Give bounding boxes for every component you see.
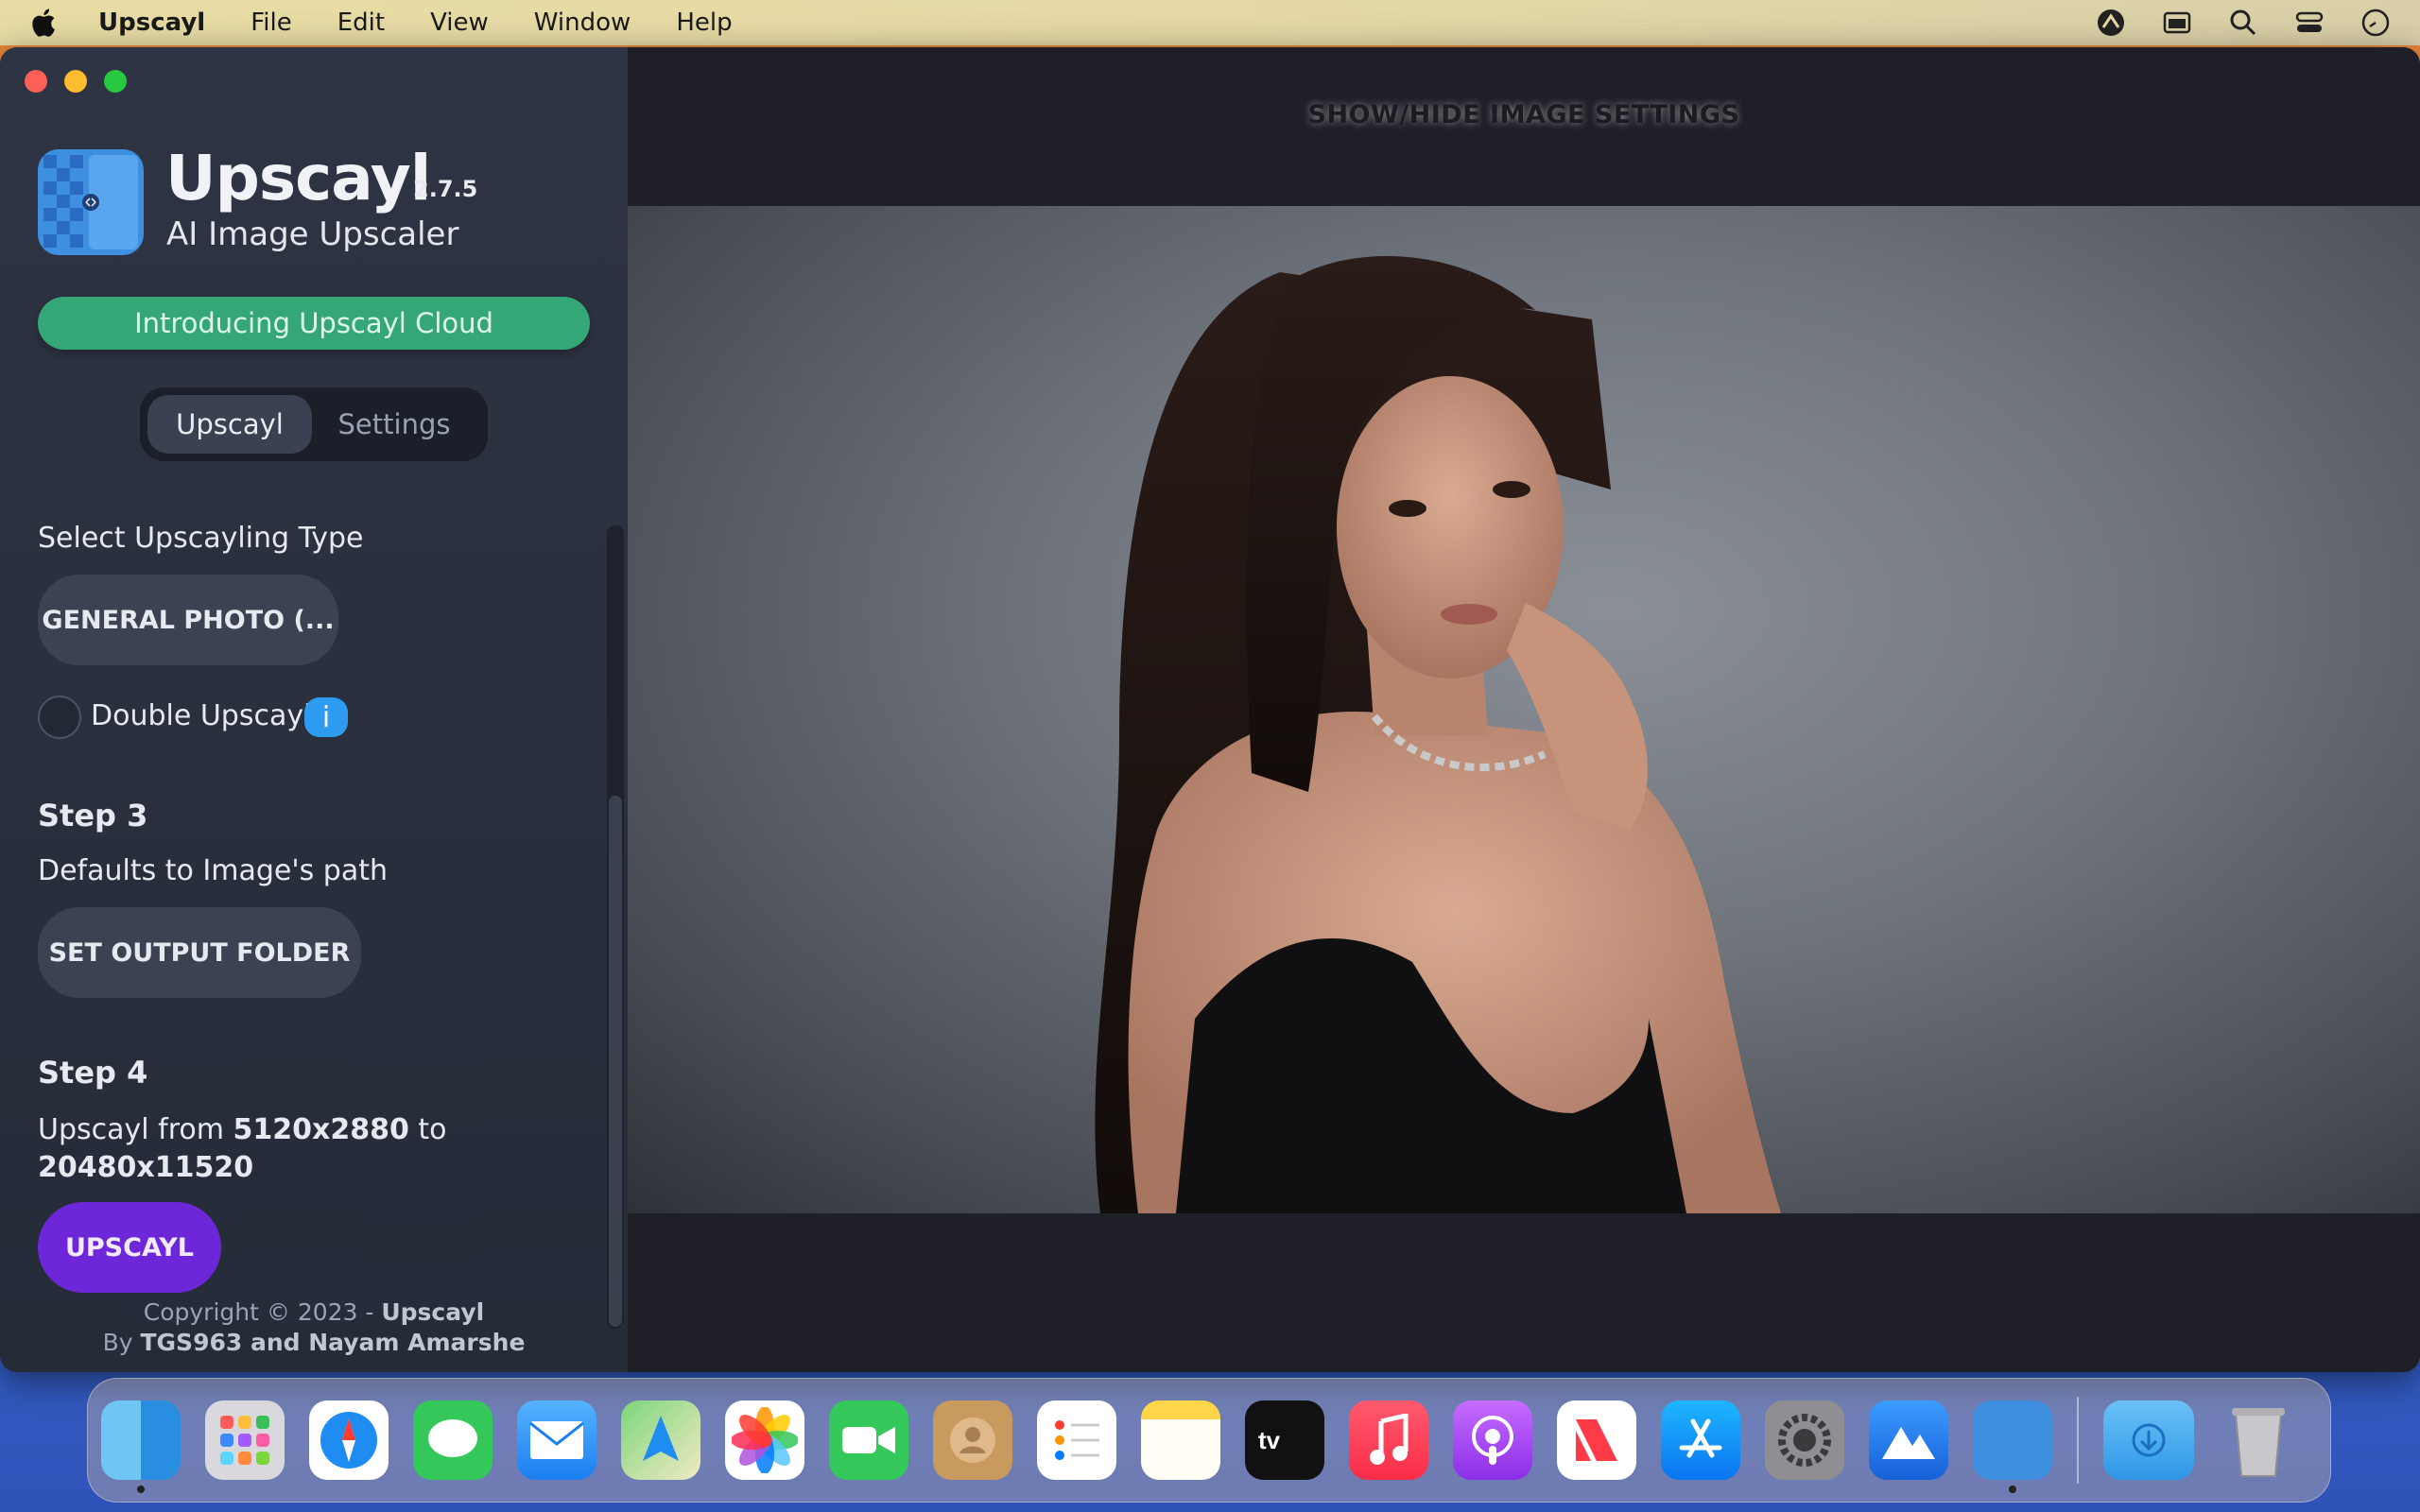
safari-icon[interactable] — [309, 1400, 389, 1480]
main-area: SHOW/HIDE IMAGE SETTINGS — [628, 47, 2420, 1372]
reminders-icon[interactable] — [1037, 1400, 1116, 1480]
upscayl-dock-icon[interactable] — [1973, 1400, 2052, 1493]
finder-icon[interactable] — [101, 1400, 181, 1493]
clock-icon[interactable] — [2360, 7, 2392, 39]
search-icon[interactable] — [2227, 7, 2259, 39]
notes-icon[interactable] — [1141, 1400, 1220, 1480]
from-resolution: 5120x2880 — [233, 1113, 409, 1146]
double-upscayl-checkbox[interactable] — [38, 696, 81, 739]
vpn-icon[interactable] — [2095, 7, 2127, 39]
apple-icon[interactable] — [28, 7, 57, 39]
podcasts-icon[interactable] — [1453, 1400, 1532, 1480]
app-version: 2.7.5 — [413, 176, 478, 202]
messages-icon[interactable] — [413, 1400, 493, 1480]
to-word: to — [418, 1113, 447, 1146]
mail-icon[interactable] — [517, 1400, 596, 1480]
toggle-image-settings-label[interactable]: SHOW/HIDE IMAGE SETTINGS — [1308, 100, 1740, 129]
sidebar-scrollbar-thumb[interactable] — [609, 796, 622, 1327]
toggle-image-settings-button[interactable]: SHOW/HIDE IMAGE SETTINGS — [628, 100, 2420, 129]
zoom-button[interactable] — [104, 70, 127, 93]
copyright-name[interactable]: Upscayl — [381, 1298, 484, 1326]
portrait-photo — [1095, 255, 1781, 1213]
step3-title: Step 3 — [38, 798, 148, 833]
set-output-folder-button[interactable]: SET OUTPUT FOLDER — [38, 907, 361, 998]
apple-tv-icon[interactable]: tv — [1245, 1400, 1324, 1480]
copyright-prefix: Copyright © 2023 - — [143, 1298, 374, 1326]
menu-file[interactable]: File — [251, 9, 292, 37]
app-title: Upscayl — [165, 142, 431, 215]
news-icon[interactable] — [1557, 1400, 1636, 1480]
step3-description: Defaults to Image's path — [38, 854, 389, 887]
dock-separator — [2077, 1397, 2079, 1484]
facetime-icon[interactable] — [829, 1400, 908, 1480]
tab-upscayl[interactable]: Upscayl — [147, 395, 312, 454]
model-select-button[interactable]: GENERAL PHOTO (... — [38, 575, 338, 665]
window-controls — [25, 70, 127, 93]
downloads-folder-icon[interactable] — [2103, 1400, 2194, 1480]
launchpad-icon[interactable] — [205, 1400, 285, 1480]
dock: tv — [87, 1378, 2331, 1503]
to-resolution: 20480x11520 — [38, 1151, 254, 1184]
footer-copyright: Copyright © 2023 - Upscayl — [0, 1298, 628, 1326]
by-prefix: By — [102, 1329, 133, 1356]
photos-icon[interactable] — [725, 1400, 804, 1480]
menu-window[interactable]: Window — [534, 9, 631, 37]
authors[interactable]: TGS963 and Nayam Amarshe — [140, 1329, 525, 1356]
menu-view[interactable]: View — [430, 9, 489, 37]
tab-bar: Upscayl Settings — [140, 387, 488, 461]
menu-bar: Upscayl File Edit View Window Help — [0, 0, 2420, 45]
mountain-app-icon[interactable] — [1869, 1400, 1948, 1480]
menu-app-name[interactable]: Upscayl — [98, 9, 205, 37]
trash-icon[interactable] — [2219, 1400, 2298, 1480]
image-preview — [628, 206, 2420, 1213]
maps-icon[interactable] — [621, 1400, 700, 1480]
sidebar: Upscayl 2.7.5 AI Image Upscaler Introduc… — [0, 47, 628, 1372]
upscayl-cloud-button[interactable]: Introducing Upscayl Cloud — [38, 297, 590, 350]
music-icon[interactable] — [1349, 1400, 1428, 1480]
minimize-button[interactable] — [64, 70, 87, 93]
display-icon[interactable] — [2161, 7, 2193, 39]
select-type-label: Select Upscayling Type — [38, 522, 364, 555]
app-store-icon[interactable] — [1661, 1400, 1740, 1480]
upscayl-button[interactable]: UPSCAYL — [38, 1202, 221, 1293]
contacts-icon[interactable] — [933, 1400, 1012, 1480]
app-logo-icon — [38, 149, 144, 255]
menu-help[interactable]: Help — [676, 9, 732, 37]
upscayl-from-prefix: Upscayl from — [38, 1113, 224, 1146]
close-button[interactable] — [25, 70, 47, 93]
app-window: Upscayl 2.7.5 AI Image Upscaler Introduc… — [0, 47, 2420, 1372]
tab-settings[interactable]: Settings — [312, 395, 476, 454]
app-subtitle: AI Image Upscaler — [166, 215, 459, 253]
footer-authors: By TGS963 and Nayam Amarshe — [0, 1329, 628, 1356]
system-settings-icon[interactable] — [1765, 1400, 1844, 1480]
upscayl-resolution-text: Upscayl from 5120x2880 to 20480x11520 — [38, 1111, 567, 1187]
double-upscayl-label: Double Upscayl — [91, 699, 312, 732]
menu-edit[interactable]: Edit — [337, 9, 385, 37]
svg-text:tv: tv — [1258, 1426, 1281, 1454]
step4-title: Step 4 — [38, 1055, 148, 1091]
info-icon[interactable]: i — [304, 697, 348, 737]
control-center-icon[interactable] — [2293, 7, 2325, 39]
